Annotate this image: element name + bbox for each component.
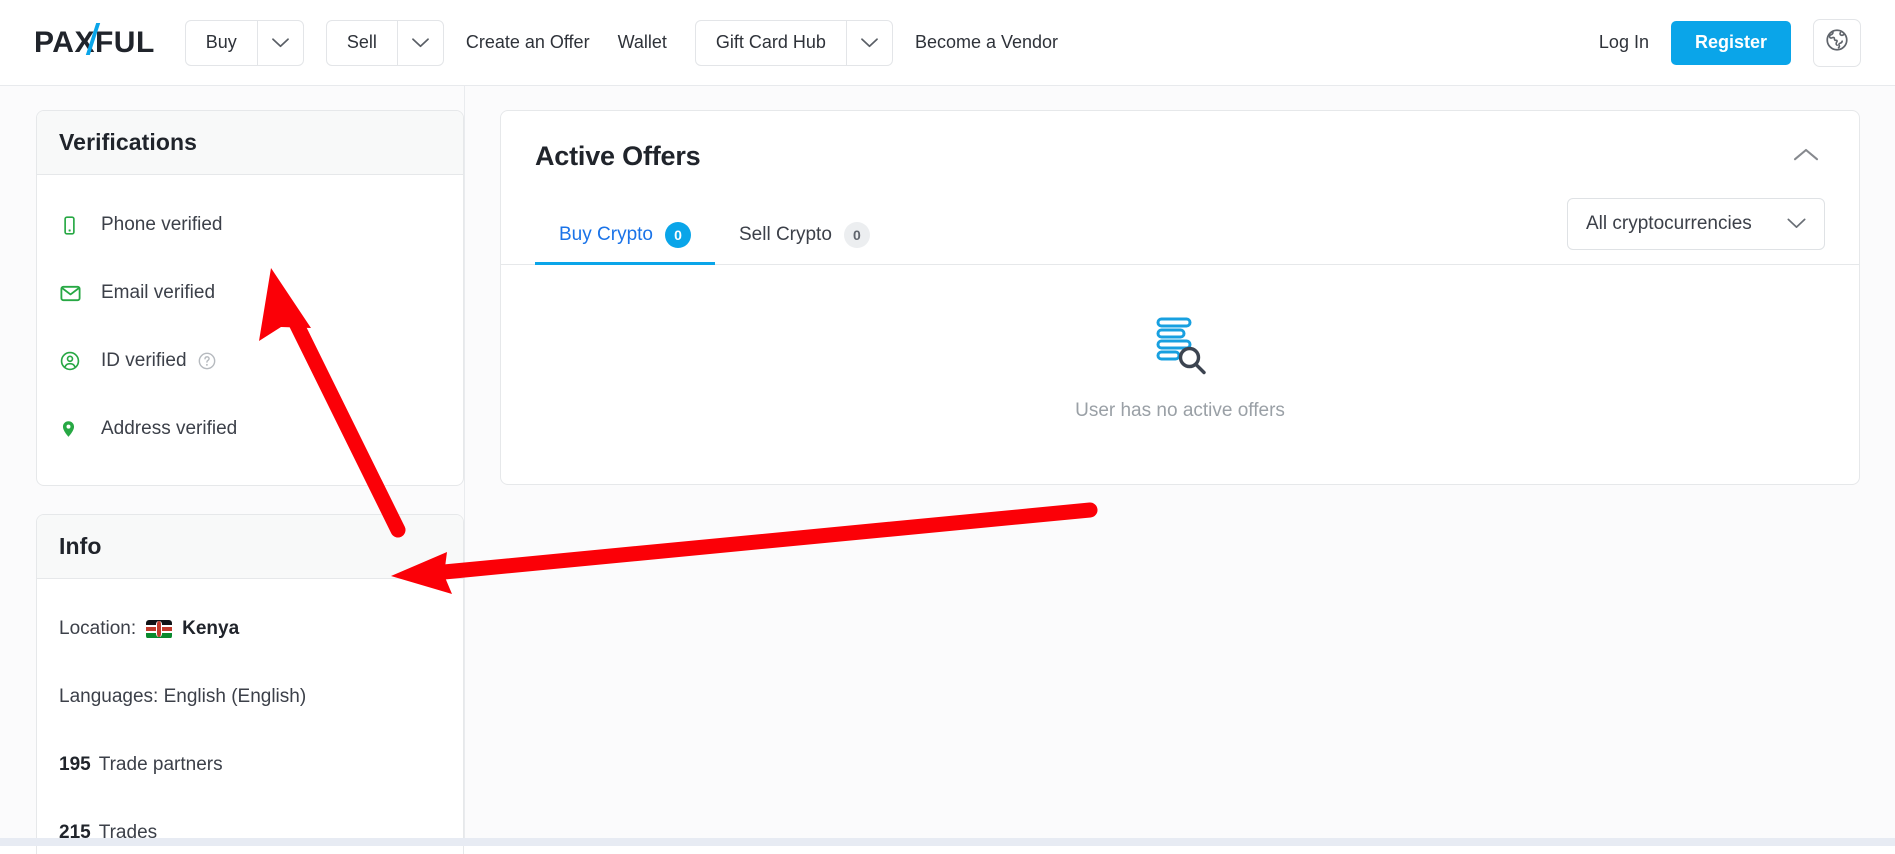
horizontal-scrollbar[interactable] xyxy=(0,838,1895,846)
buy-button-label[interactable]: Buy xyxy=(186,21,257,65)
verification-item-phone: Phone verified xyxy=(59,191,441,259)
nav-wallet[interactable]: Wallet xyxy=(618,32,667,53)
nav-become-a-vendor[interactable]: Become a Vendor xyxy=(915,32,1058,53)
tab-buy-crypto-count: 0 xyxy=(664,222,691,248)
map-pin-icon xyxy=(59,418,91,440)
gift-card-hub-split-button[interactable]: Gift Card Hub xyxy=(694,19,893,66)
envelope-icon xyxy=(59,282,91,305)
cryptocurrency-filter-value: All cryptocurrencies xyxy=(1586,213,1752,234)
help-circle-icon[interactable] xyxy=(197,351,217,371)
main-column: Active Offers Buy Crypto 0 Sell Crypto 0… xyxy=(500,110,1860,485)
info-row-location: Location: Kenya xyxy=(59,595,441,663)
column-divider xyxy=(464,86,465,846)
buy-split-button[interactable]: Buy xyxy=(184,19,304,66)
active-offers-tabs-bar: Buy Crypto 0 Sell Crypto 0 All cryptocur… xyxy=(501,198,1859,265)
chevron-up-icon xyxy=(1793,147,1819,165)
offers-search-icon xyxy=(1150,317,1210,380)
languages-text: Languages: English (English) xyxy=(59,686,307,707)
sell-button-label[interactable]: Sell xyxy=(327,21,397,65)
gift-card-hub-chevron-down-icon[interactable] xyxy=(845,20,892,65)
buy-chevron-down-icon[interactable] xyxy=(256,20,303,65)
tab-buy-crypto[interactable]: Buy Crypto 0 xyxy=(535,222,715,265)
active-offers-title: Active Offers xyxy=(535,141,701,171)
page-content: Verifications Phone verified Email verif… xyxy=(0,86,1895,854)
phone-icon xyxy=(59,215,91,236)
verification-label-id: ID verified xyxy=(101,350,187,371)
tab-sell-crypto-count: 0 xyxy=(843,222,870,248)
verification-item-id: ID verified xyxy=(59,327,441,395)
user-circle-icon xyxy=(59,350,91,372)
info-card-body: Location: Kenya Languages: English (Engl… xyxy=(37,579,463,854)
info-card: Info Location: Kenya Languages: English … xyxy=(36,514,464,854)
kenya-flag-icon xyxy=(146,619,173,639)
tab-buy-crypto-label: Buy Crypto xyxy=(559,224,653,245)
cryptocurrency-filter-select[interactable]: All cryptocurrencies xyxy=(1567,198,1825,250)
active-offers-tabs: Buy Crypto 0 Sell Crypto 0 xyxy=(535,221,894,265)
trade-partners-count: 195 xyxy=(59,754,91,775)
info-row-languages: Languages: English (English) xyxy=(59,663,441,731)
active-offers-card: Active Offers Buy Crypto 0 Sell Crypto 0… xyxy=(500,110,1860,485)
site-header: PAXFUL Buy Sell Create an Offer Wallet G… xyxy=(0,0,1895,86)
sell-chevron-down-icon[interactable] xyxy=(396,20,443,65)
sell-split-button[interactable]: Sell xyxy=(325,19,444,66)
active-offers-header: Active Offers xyxy=(501,111,1859,172)
language-globe-button[interactable] xyxy=(1813,18,1861,67)
verification-item-email: Email verified xyxy=(59,259,441,327)
active-offers-empty-state: User has no active offers xyxy=(501,265,1859,484)
info-title: Info xyxy=(59,533,102,559)
verifications-card-body: Phone verified Email verified ID verifie… xyxy=(37,175,463,485)
register-button[interactable]: Register xyxy=(1670,20,1791,65)
tab-sell-crypto[interactable]: Sell Crypto 0 xyxy=(715,222,894,265)
cryptocurrency-filter-chevron-down-icon xyxy=(1787,213,1806,235)
location-label: Location: xyxy=(59,618,137,639)
verification-label-address: Address verified xyxy=(101,418,238,439)
verifications-card: Verifications Phone verified Email verif… xyxy=(36,110,464,486)
location-value: Kenya xyxy=(182,618,240,639)
trade-partners-label: Trade partners xyxy=(98,754,223,775)
active-offers-collapse-button[interactable] xyxy=(1787,141,1825,171)
tab-sell-crypto-label: Sell Crypto xyxy=(738,224,832,245)
info-row-trade-partners: 195 Trade partners xyxy=(59,731,441,799)
log-in-link[interactable]: Log In xyxy=(1599,32,1649,53)
verifications-title: Verifications xyxy=(59,129,198,155)
gift-card-hub-label[interactable]: Gift Card Hub xyxy=(696,21,846,65)
info-card-header: Info xyxy=(37,515,463,579)
page-root: PAXFUL Buy Sell Create an Offer Wallet G… xyxy=(0,0,1895,854)
paxful-logo[interactable]: PAXFUL xyxy=(34,22,155,64)
active-offers-empty-text: User has no active offers xyxy=(1075,400,1285,421)
nav-create-an-offer[interactable]: Create an Offer xyxy=(466,32,590,53)
verification-label-phone: Phone verified xyxy=(101,214,223,235)
verifications-card-header: Verifications xyxy=(37,111,463,175)
left-sidebar: Verifications Phone verified Email verif… xyxy=(36,110,464,854)
verification-label-email: Email verified xyxy=(101,282,216,303)
globe-icon xyxy=(1824,27,1850,58)
verification-item-address: Address verified xyxy=(59,395,441,463)
